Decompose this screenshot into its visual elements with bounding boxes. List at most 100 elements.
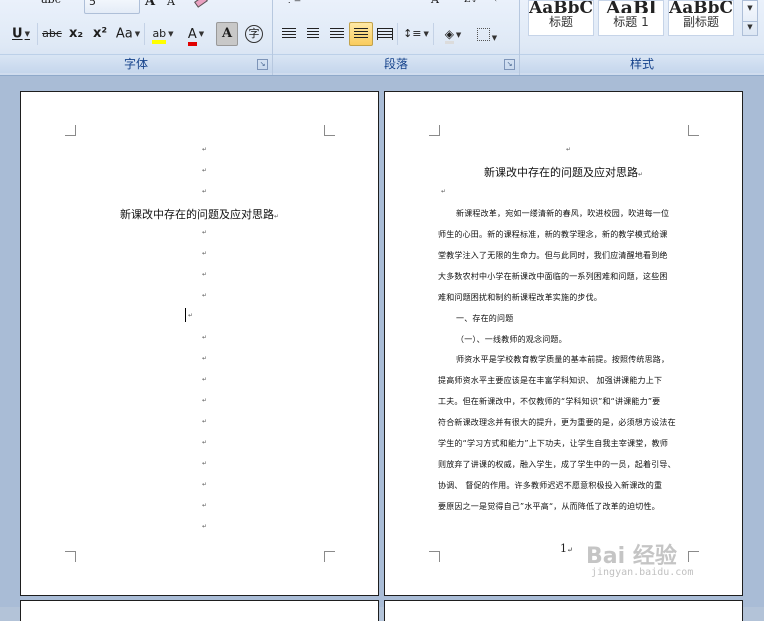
style-tile-heading[interactable]: AaBbC 标题 bbox=[528, 0, 594, 36]
align-left-button[interactable] bbox=[277, 22, 301, 46]
crop-mark bbox=[688, 551, 699, 562]
paragraph-mark: ↵ bbox=[202, 292, 208, 299]
chevron-down-icon: ▼ bbox=[168, 30, 174, 38]
paragraph-mark: ↵ bbox=[202, 146, 208, 153]
body-line: 堂教学注入了无限的生命力。但与此同时，我们应清醒地看到绝 bbox=[438, 251, 668, 260]
superscript-button[interactable]: x² bbox=[88, 22, 112, 46]
chevron-down-icon: ▼ bbox=[24, 30, 30, 38]
more-styles-icon[interactable]: ▼ bbox=[743, 21, 757, 32]
strike-button-2[interactable]: abc bbox=[40, 22, 64, 46]
distributed-button[interactable] bbox=[373, 22, 397, 46]
highlight-icon: ab bbox=[152, 28, 167, 44]
show-marks-button[interactable]: ↵ bbox=[485, 0, 509, 12]
font-dialog-launcher-icon[interactable]: ↘ bbox=[257, 59, 268, 70]
crop-mark bbox=[324, 551, 335, 562]
borders-button[interactable]: ▼ bbox=[471, 22, 503, 46]
style-name: 副标题 bbox=[682, 15, 719, 29]
paragraph-mark: ↵ bbox=[566, 146, 572, 153]
crop-mark bbox=[429, 551, 440, 562]
change-case-button[interactable]: Aa ▼ bbox=[112, 22, 144, 46]
character-shading-button[interactable]: A bbox=[216, 22, 238, 46]
paragraph-mark: ↵ bbox=[202, 439, 208, 446]
paragraph-mark: ↵ bbox=[202, 418, 208, 425]
crop-mark bbox=[429, 125, 440, 136]
line-spacing-icon: ↕≡ bbox=[403, 27, 422, 40]
superscript-icon: x² bbox=[92, 26, 108, 41]
align-center-button[interactable] bbox=[301, 22, 325, 46]
paragraph-dialog-launcher-icon[interactable]: ↘ bbox=[504, 59, 515, 70]
highlight-button[interactable]: ab ▼ bbox=[147, 22, 179, 46]
chevron-down-icon: ▼ bbox=[491, 33, 498, 42]
line-spacing-button[interactable]: ↕≡ ▼ bbox=[400, 22, 432, 46]
body-line: 新课程改革，宛如一缕清新的春风，吹进校园，吹进每一位 bbox=[456, 209, 670, 218]
paragraph-mark: ↵ bbox=[202, 376, 208, 383]
watermark-url: jingyan.baidu.com bbox=[591, 567, 694, 578]
align-left-icon bbox=[282, 28, 296, 39]
styles-group-label: 样式 bbox=[520, 54, 764, 73]
paint-bucket-icon: ◈ bbox=[444, 28, 454, 44]
paragraph-mark: ↵ bbox=[202, 523, 208, 530]
paragraph-mark: ↵ bbox=[188, 312, 194, 319]
shrink-font-icon: A bbox=[167, 0, 175, 8]
style-preview: AaBl bbox=[605, 1, 657, 13]
watermark-brand: Bai 经验 bbox=[586, 544, 677, 569]
paragraph-mark: ↵ bbox=[202, 334, 208, 341]
chevron-down-icon: ▼ bbox=[455, 30, 462, 39]
crop-mark bbox=[65, 551, 76, 562]
strikethrough-button[interactable]: abc bbox=[38, 0, 64, 12]
crop-mark bbox=[65, 125, 76, 136]
strikethrough-icon-2: abc bbox=[42, 27, 62, 40]
body-line: 符合新课改理念并有很大的提升，更为重要的是，必须想方设法在 bbox=[438, 418, 676, 427]
shading-button[interactable]: ◈ ▼ bbox=[436, 22, 470, 46]
page-3[interactable] bbox=[20, 600, 379, 621]
shrink-font-button[interactable]: A bbox=[162, 0, 180, 14]
style-name: 标题 bbox=[548, 15, 573, 29]
enclose-characters-button[interactable]: 字 bbox=[242, 22, 266, 46]
underline-button[interactable]: U ▼ bbox=[6, 22, 36, 46]
font-color-button[interactable]: A ▼ bbox=[180, 22, 212, 46]
page-4[interactable] bbox=[384, 600, 743, 621]
subscript-icon: x₂ bbox=[68, 26, 84, 41]
styles-scroll[interactable]: ▼ ▼ bbox=[742, 0, 758, 36]
underline-icon: U bbox=[12, 26, 23, 42]
body-line: 提高师资水平主要应该是在丰富学科知识、 加强讲课能力上下 bbox=[438, 376, 663, 385]
align-right-button[interactable] bbox=[325, 22, 349, 46]
chevron-down-icon: ▼ bbox=[134, 30, 141, 38]
style-tile-subtitle[interactable]: AaBbC 副标题 bbox=[668, 0, 734, 36]
styles-group: AaBbC 标题 AaBl 标题 1 AaBbC 副标题 ▼ ▼ 样式 bbox=[520, 0, 764, 75]
font-size-box[interactable]: 5 bbox=[84, 0, 140, 14]
clear-format-button[interactable] bbox=[190, 0, 212, 14]
body-line: 协调、 督促的作用。许多教师迟迟不愿意积极投入新课改的重 bbox=[438, 481, 663, 490]
paragraph-mark: ↵ bbox=[202, 355, 208, 362]
character-shading-icon: A bbox=[221, 26, 233, 41]
document-workspace[interactable]: ↵ ↵ ↵ 新课改中存在的问题及应对思路↵ ↵ ↵ ↵ ↵ ↵ ↵ ↵ ↵ ↵ … bbox=[0, 76, 764, 621]
font-group: 5 A A abc U▼ abc x₂ x² Aa▼ ab▼ A▼ A 字 字体… bbox=[0, 0, 273, 75]
grow-font-button[interactable]: A bbox=[140, 0, 160, 14]
body-line: 学生的“学习方式和能力”上下功夫，让学生自我主宰课堂，教师 bbox=[438, 439, 669, 448]
change-case-icon: Aa bbox=[115, 26, 133, 42]
heading-line: 一、存在的问题 bbox=[456, 314, 514, 323]
style-preview: AaBbC bbox=[669, 1, 733, 13]
strikethrough-icon: abc bbox=[41, 0, 61, 6]
chevron-down-icon: ▼ bbox=[423, 30, 429, 38]
text-cursor bbox=[185, 308, 186, 322]
scroll-down-icon[interactable]: ▼ bbox=[743, 3, 757, 13]
chevron-down-icon: ▼ bbox=[198, 30, 205, 38]
paragraph-mark: ↵ bbox=[202, 481, 208, 488]
subscript-button[interactable]: x₂ bbox=[64, 22, 88, 46]
style-preview: AaBbC bbox=[529, 1, 593, 13]
body-line: 难和问题困扰和制约新课程改革实施的步伐。 bbox=[438, 293, 602, 302]
sort-button[interactable]: Z↓ bbox=[459, 0, 483, 12]
paragraph-mark: ↵ bbox=[441, 188, 447, 195]
page-1[interactable]: ↵ ↵ ↵ 新课改中存在的问题及应对思路↵ ↵ ↵ ↵ ↵ ↵ ↵ ↵ ↵ ↵ … bbox=[20, 91, 379, 596]
justify-button[interactable] bbox=[349, 22, 373, 46]
indent-button[interactable]: A bbox=[423, 0, 447, 12]
enclose-characters-icon: 字 bbox=[245, 25, 263, 43]
bullets-button[interactable]: ⋮≡ bbox=[277, 0, 309, 12]
style-tile-heading-1[interactable]: AaBl 标题 1 bbox=[598, 0, 664, 36]
paragraph-mark: ↵ bbox=[202, 167, 208, 174]
paragraph-mark: ↵ bbox=[202, 229, 208, 236]
font-size-value: 5 bbox=[89, 0, 96, 8]
body-line: 则放弃了讲课的权威，融入学生，成了学生中的一员，起着引导、 bbox=[438, 460, 676, 469]
grow-font-icon: A bbox=[144, 0, 156, 9]
